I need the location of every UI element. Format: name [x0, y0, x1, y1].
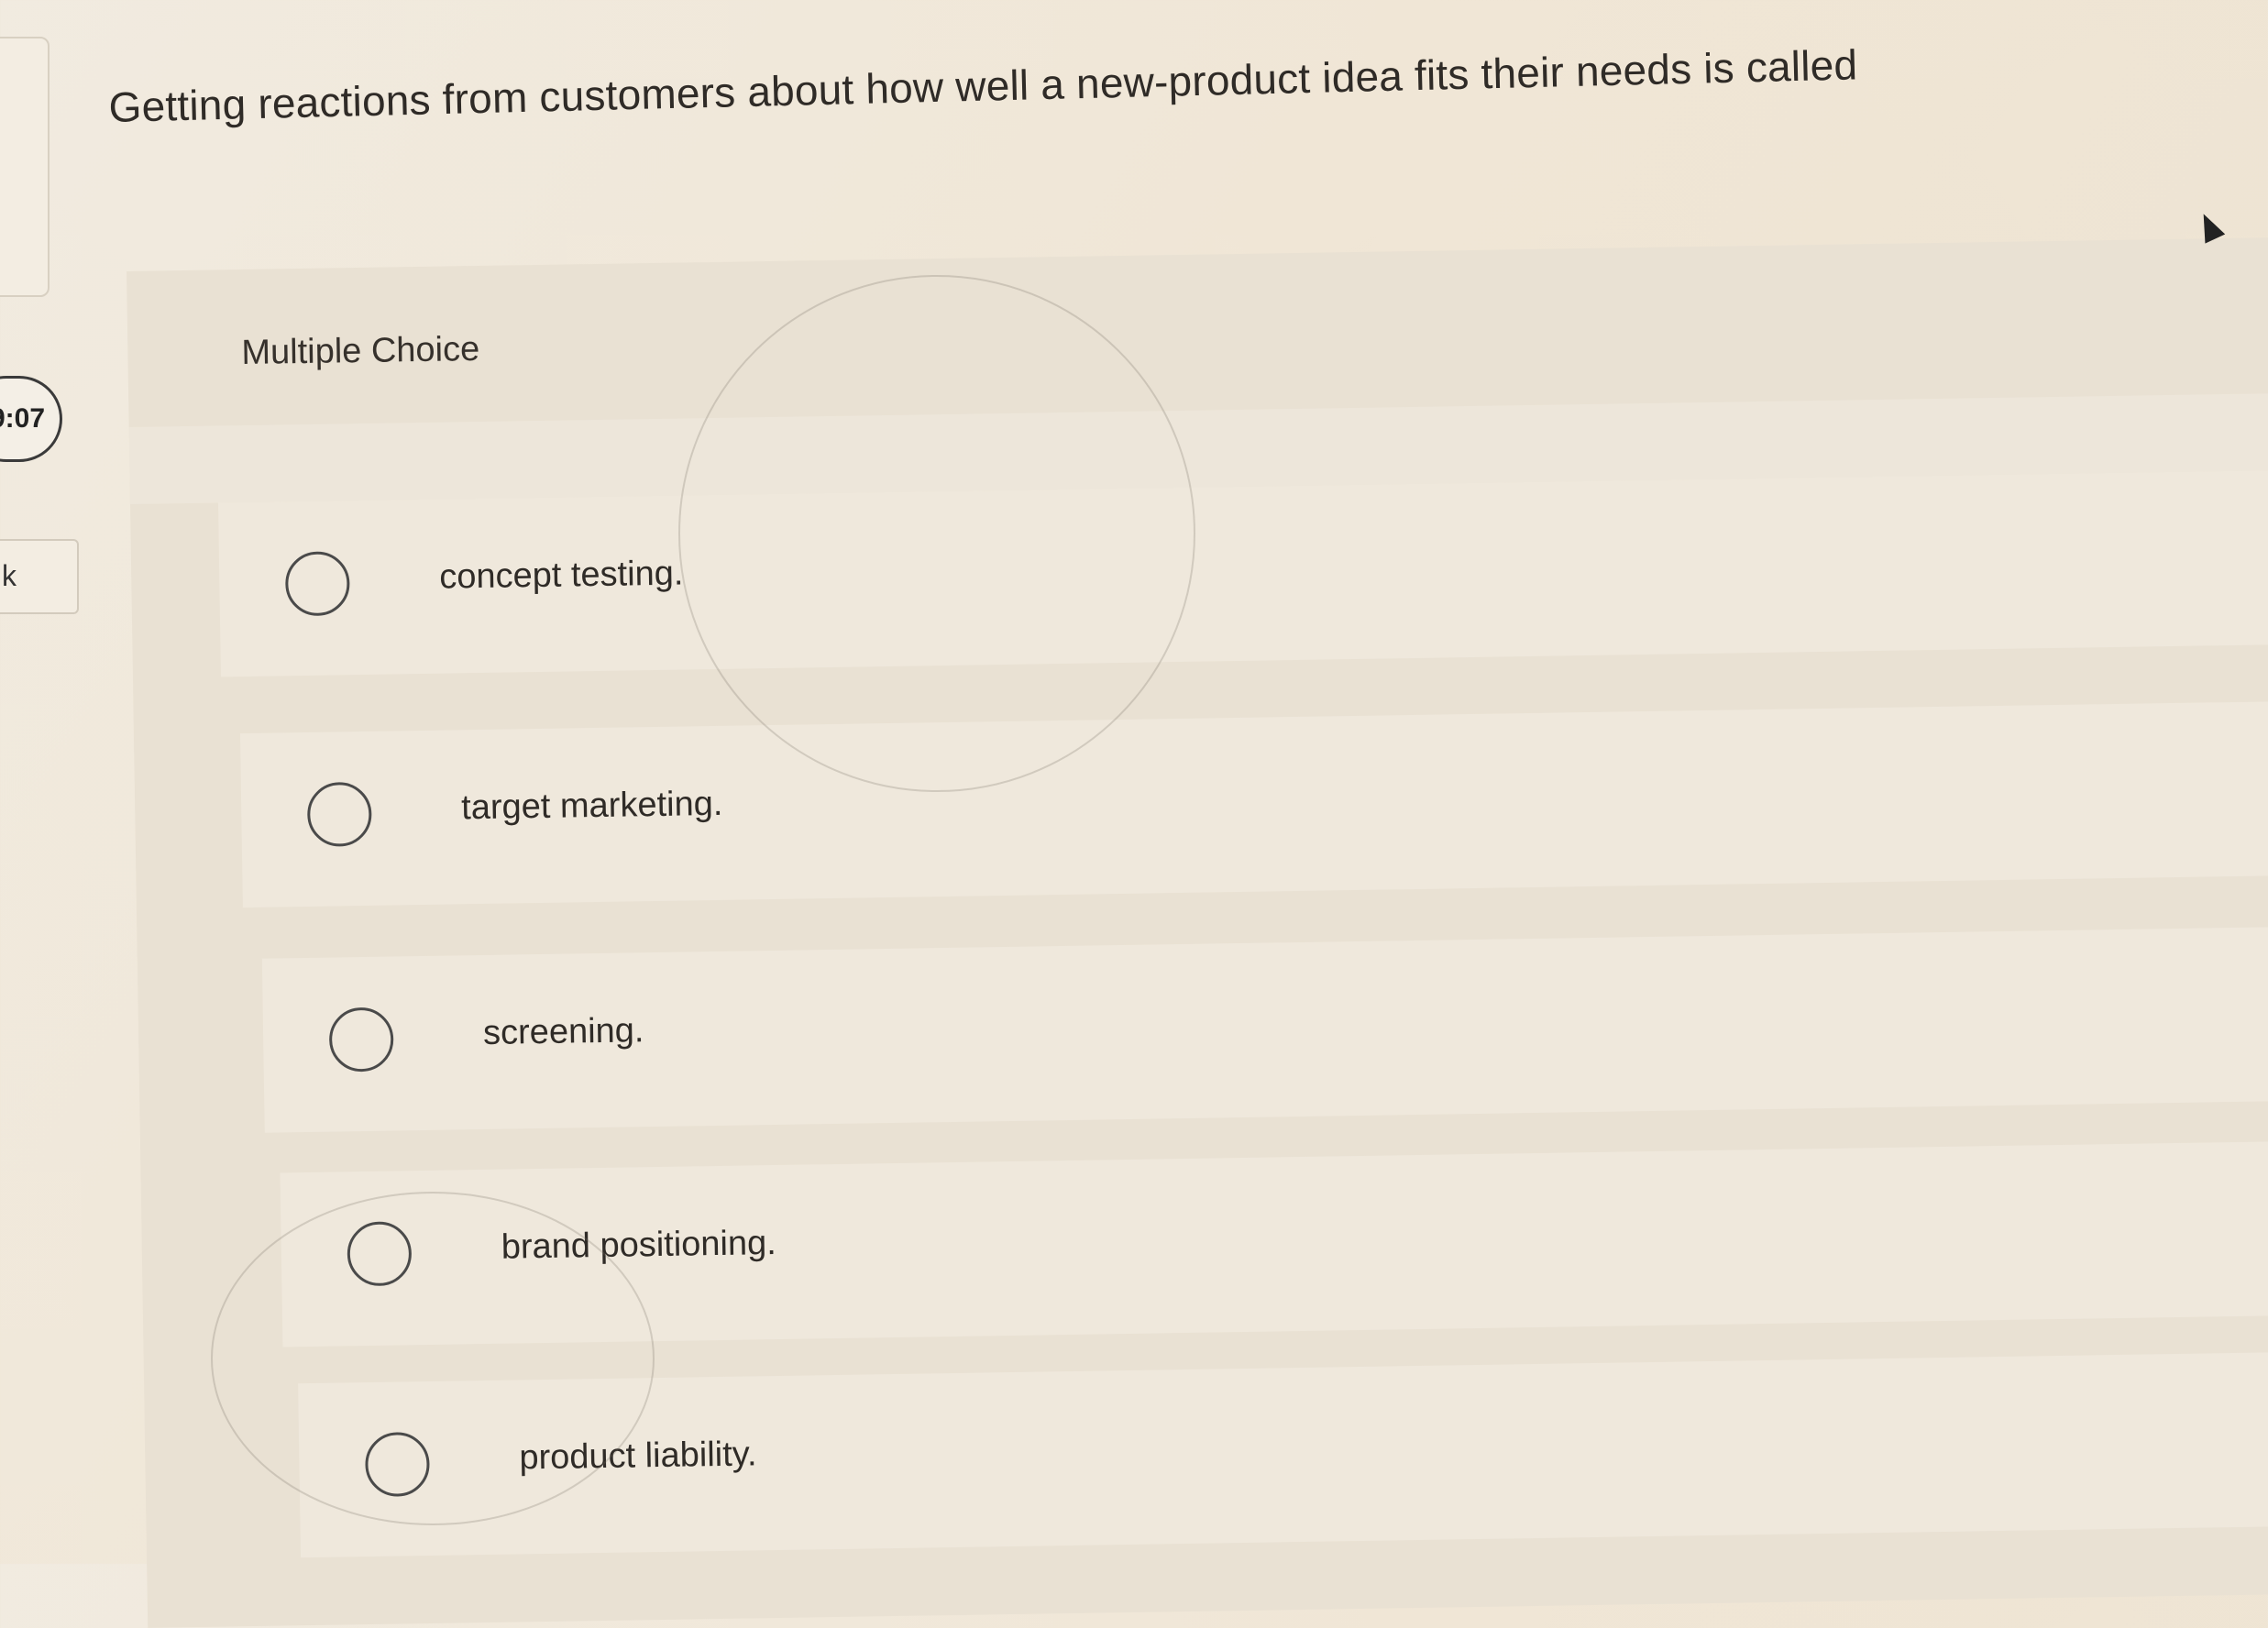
sidebar-card — [0, 37, 50, 297]
answer-panel: Multiple Choice concept testing. target … — [127, 236, 2268, 1628]
answer-option-4[interactable]: brand positioning. — [280, 1139, 2268, 1348]
radio-unselected-icon[interactable] — [306, 781, 372, 847]
answer-option-5[interactable]: product liability. — [298, 1350, 2268, 1558]
answer-option-label[interactable]: target marketing. — [461, 785, 723, 828]
sidebar-tab[interactable]: k — [0, 539, 79, 614]
question-prompt: Getting reactions from customers about h… — [108, 40, 1858, 131]
answer-option-label[interactable]: product liability. — [519, 1435, 757, 1478]
timer-badge: 9:07 — [0, 376, 62, 462]
question-type-label: Multiple Choice — [241, 329, 480, 373]
timer-text: 9:07 — [0, 403, 45, 434]
answer-option-label[interactable]: concept testing. — [439, 555, 684, 598]
radio-unselected-icon[interactable] — [364, 1431, 431, 1498]
answer-option-label[interactable]: screening. — [483, 1011, 644, 1053]
radio-unselected-icon[interactable] — [347, 1221, 413, 1287]
answer-option-1[interactable]: concept testing. — [217, 469, 2268, 677]
answer-option-2[interactable]: target marketing. — [239, 699, 2268, 908]
radio-unselected-icon[interactable] — [328, 1006, 394, 1072]
radio-unselected-icon[interactable] — [284, 551, 350, 617]
sidebar-tab-label: k — [2, 559, 17, 592]
answer-option-3[interactable]: screening. — [261, 925, 2268, 1133]
answer-option-label[interactable]: brand positioning. — [501, 1224, 776, 1268]
